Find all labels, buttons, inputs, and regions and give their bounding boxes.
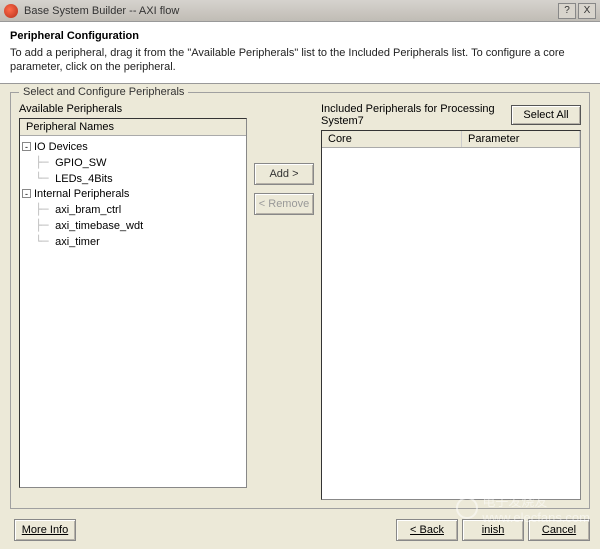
available-peripherals-panel: Available Peripherals Peripheral Names -…	[19, 103, 247, 500]
included-title: Included Peripherals for Processing Syst…	[321, 103, 505, 127]
tree-node-axi-bram-ctrl[interactable]: ├─ axi_bram_ctrl	[22, 202, 244, 218]
column-core[interactable]: Core	[322, 131, 462, 147]
included-table[interactable]: Core Parameter	[321, 130, 581, 500]
included-peripherals-panel: Included Peripherals for Processing Syst…	[321, 103, 581, 500]
header-section: Peripheral Configuration To add a periph…	[0, 22, 600, 84]
tree-column-header[interactable]: Peripheral Names	[20, 119, 246, 136]
available-tree[interactable]: Peripheral Names -IO Devices ├─ GPIO_SW …	[19, 118, 247, 488]
available-title: Available Peripherals	[19, 103, 247, 115]
transfer-buttons: Add > < Remove	[253, 103, 315, 500]
window-title: Base System Builder -- AXI flow	[24, 5, 556, 17]
tree-node-leds[interactable]: └─ LEDs_4Bits	[22, 171, 244, 187]
finish-button[interactable]: inish	[462, 519, 524, 541]
close-button[interactable]: X	[578, 3, 596, 19]
title-bar: Base System Builder -- AXI flow ? X	[0, 0, 600, 22]
page-description: To add a peripheral, drag it from the "A…	[10, 46, 590, 75]
column-parameter[interactable]: Parameter	[462, 131, 580, 147]
cancel-button[interactable]: Cancel	[528, 519, 590, 541]
back-button[interactable]: < Back	[396, 519, 458, 541]
help-button[interactable]: ?	[558, 3, 576, 19]
add-button[interactable]: Add >	[254, 163, 314, 185]
collapse-icon[interactable]: -	[22, 189, 31, 198]
collapse-icon[interactable]: -	[22, 142, 31, 151]
tree-node-internal[interactable]: -Internal Peripherals	[22, 187, 244, 202]
more-info-button[interactable]: More Info	[14, 519, 76, 541]
select-all-button[interactable]: Select All	[511, 105, 581, 125]
tree-node-axi-timebase-wdt[interactable]: ├─ axi_timebase_wdt	[22, 218, 244, 234]
table-header: Core Parameter	[322, 131, 580, 148]
footer-bar: More Info < Back inish Cancel	[10, 519, 590, 541]
group-legend: Select and Configure Peripherals	[19, 86, 188, 98]
tree-node-io-devices[interactable]: -IO Devices	[22, 140, 244, 155]
tree-node-gpio-sw[interactable]: ├─ GPIO_SW	[22, 155, 244, 171]
tree-node-axi-timer[interactable]: └─ axi_timer	[22, 234, 244, 250]
remove-button[interactable]: < Remove	[254, 193, 314, 215]
page-title: Peripheral Configuration	[10, 30, 590, 42]
app-icon	[4, 4, 18, 18]
peripherals-group: Select and Configure Peripherals Availab…	[10, 92, 590, 509]
